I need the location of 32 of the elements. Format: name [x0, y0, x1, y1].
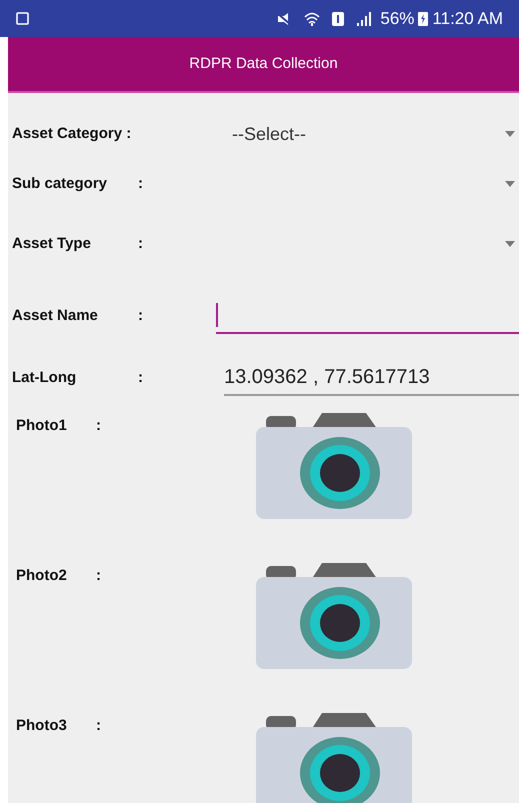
battery-charging-icon — [418, 11, 428, 26]
signal-icon — [356, 12, 372, 26]
field-label: Asset Name — [12, 306, 99, 326]
colon-label: : — [96, 416, 101, 436]
app-title: RDPR Data Collection — [189, 54, 338, 74]
photo-label: Photo2 — [16, 566, 68, 586]
camera-icon[interactable] — [256, 411, 412, 519]
colon-label: : — [138, 306, 143, 326]
colon-label: : — [138, 234, 143, 254]
dropdown-caret-icon — [505, 131, 515, 137]
photo-label: Photo1 — [16, 416, 68, 436]
camera-icon[interactable] — [256, 561, 412, 669]
field-label: Sub category — [12, 174, 108, 194]
dropdown-caret-icon — [505, 241, 515, 247]
colon-label: : — [138, 368, 143, 388]
dropdown-caret-icon — [505, 181, 515, 187]
text-cursor — [216, 303, 218, 327]
field-label: Asset Category : — [12, 124, 132, 144]
field-label: Asset Type — [12, 234, 92, 254]
battery-percent: 56% — [380, 8, 414, 30]
colon-label: : — [96, 566, 101, 586]
colon-label: : — [96, 716, 101, 736]
wifi-icon — [304, 12, 320, 26]
text-input-field[interactable]: 13.09362 , 77.5617713 — [224, 360, 519, 396]
sim-icon — [332, 12, 344, 26]
dropdown-field[interactable]: --Select-- — [232, 116, 519, 152]
camera-icon[interactable] — [256, 711, 412, 803]
screen-icon — [16, 12, 30, 26]
clock-time: 11:20 AM — [432, 8, 503, 30]
photo-label: Photo3 — [16, 716, 68, 736]
field-label: Lat-Long — [12, 368, 78, 388]
colon-label: : — [138, 174, 143, 194]
